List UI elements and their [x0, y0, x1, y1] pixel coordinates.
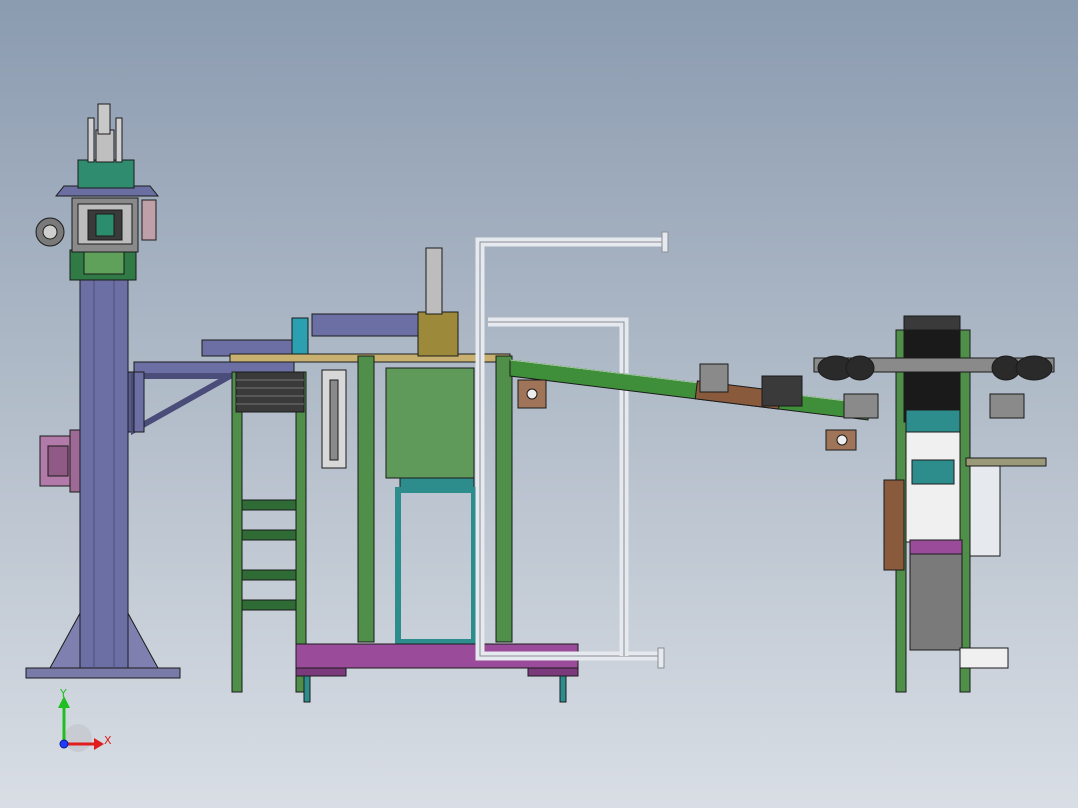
column-gusset [123, 605, 159, 669]
column-mount-plate [69, 429, 81, 493]
triad-y-label: Y [60, 687, 67, 700]
station-cabinet [905, 431, 961, 543]
column-gusset [49, 605, 85, 669]
middle-frame[interactable] [201, 247, 579, 703]
inclined-conveyor[interactable] [509, 359, 871, 451]
ladder-rung [241, 569, 297, 581]
ladder-leg-left [231, 371, 243, 693]
floor-plate [959, 647, 1009, 669]
cabinet-post [357, 355, 375, 643]
wheel [845, 355, 875, 381]
stack-magazine [235, 371, 305, 413]
control-cabinet [385, 367, 475, 479]
gripper-unit [417, 311, 459, 357]
robot-head-rod [97, 103, 111, 135]
robot-column[interactable] [25, 103, 181, 679]
cabinet-door-frame [395, 487, 477, 645]
ladder-rung [241, 499, 297, 511]
triad-x-label: X [104, 734, 112, 747]
column-base-plate [25, 667, 181, 679]
cad-assembly-drawing[interactable] [0, 0, 1078, 808]
ladder-rung [241, 599, 297, 611]
cabinet-post [495, 355, 513, 643]
ladder-rung [241, 529, 297, 541]
column-post [79, 279, 129, 669]
arm-brace [131, 373, 242, 436]
conveyor-motor [699, 363, 729, 393]
cad-viewport[interactable]: Y X [0, 0, 1078, 808]
coordinate-triad [58, 696, 104, 752]
wheel [1015, 355, 1053, 381]
z-axis-dot [59, 739, 69, 749]
side-shelf [965, 457, 1047, 467]
right-station[interactable] [813, 315, 1055, 693]
